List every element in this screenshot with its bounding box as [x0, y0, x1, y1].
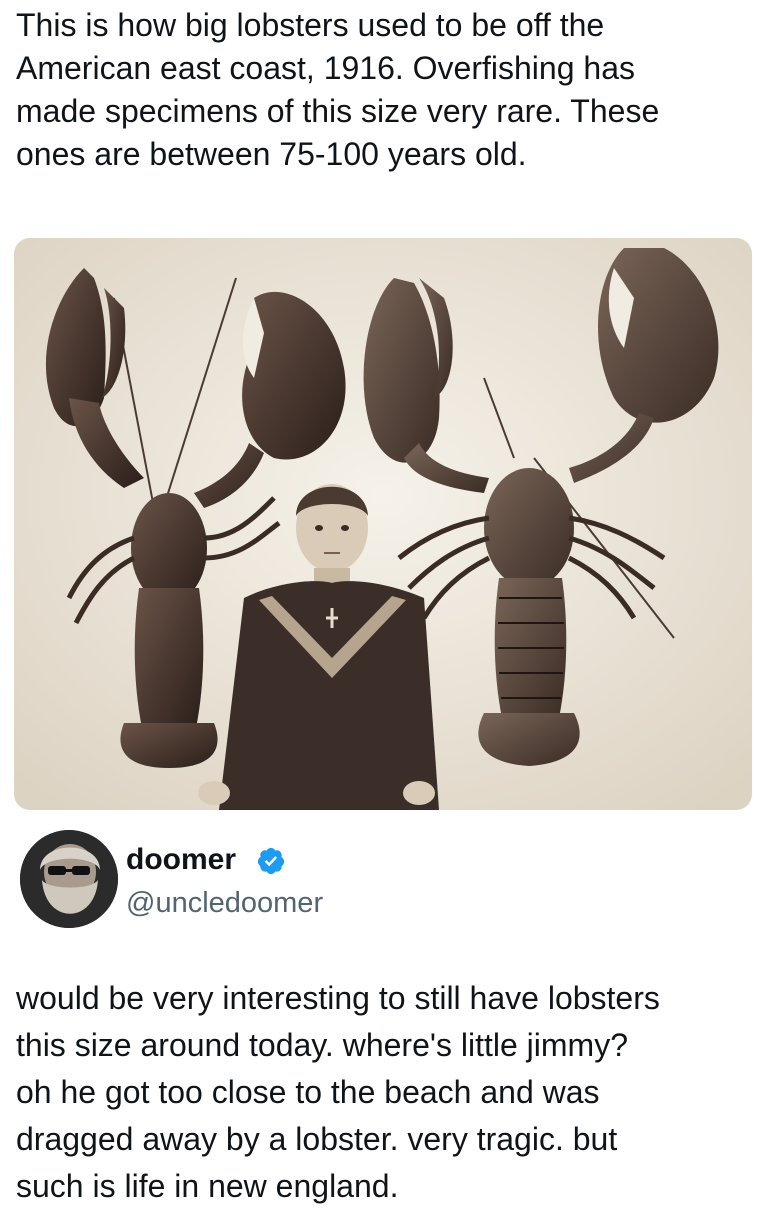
display-name[interactable]: doomer: [126, 842, 236, 878]
author-block[interactable]: doomer @uncledoomer: [20, 830, 740, 930]
quoted-post-text: This is how big lobsters used to be off …: [16, 7, 660, 172]
user-handle[interactable]: @uncledoomer: [126, 885, 323, 921]
verified-badge-icon: [256, 846, 286, 876]
lobster-photo-illustration: [14, 238, 752, 810]
tweet-text: would be very interesting to still have …: [16, 980, 660, 1204]
avatar[interactable]: [20, 830, 118, 928]
lobster-photo[interactable]: [14, 238, 752, 810]
avatar-image: [20, 830, 118, 928]
